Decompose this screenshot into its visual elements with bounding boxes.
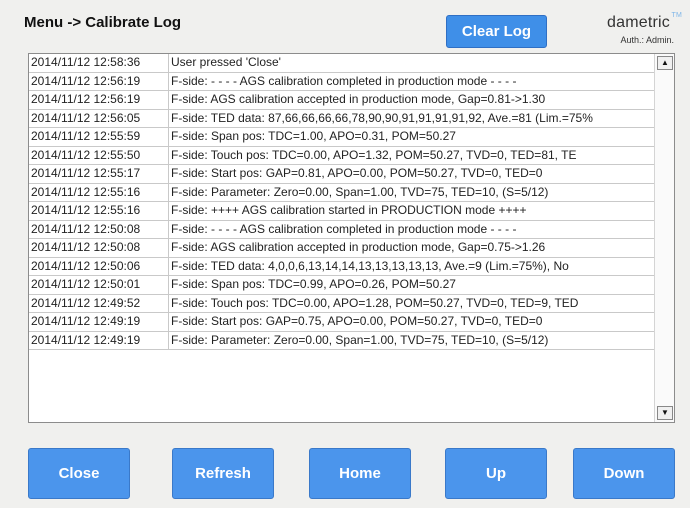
- log-row[interactable]: 2014/11/12 12:56:05 F-side: TED data: 87,…: [29, 109, 654, 128]
- log-message: F-side: Start pos: GAP=0.75, APO=0.00, P…: [171, 314, 543, 328]
- log-message: F-side: Parameter: Zero=0.00, Span=1.00,…: [171, 184, 549, 199]
- log-row[interactable]: 2014/11/12 12:56:19 F-side: AGS calibrati…: [29, 91, 654, 110]
- log-timestamp: 2014/11/12 12:56:19: [29, 72, 169, 90]
- log-row[interactable]: 2014/11/12 12:55:50 F-side: Touch pos: TD…: [29, 146, 654, 165]
- log-message: F-side: Parameter: Zero=0.00, Span=1.00,…: [171, 332, 549, 347]
- log-message: F-side: TED data: 87,66,66,66,66,78,90,9…: [171, 110, 593, 125]
- log-row[interactable]: 2014/11/12 12:50:06 F-side: TED data: 4,0…: [29, 257, 654, 276]
- log-timestamp: 2014/11/12 12:56:19: [29, 91, 169, 109]
- log-timestamp: 2014/11/12 12:50:08: [29, 220, 169, 238]
- log-timestamp: 2014/11/12 12:49:52: [29, 294, 169, 312]
- log-timestamp: 2014/11/12 12:50:08: [29, 239, 169, 257]
- log-message: F-side: Span pos: TDC=1.00, APO=0.31, PO…: [171, 129, 456, 143]
- log-timestamp: 2014/11/12 12:49:19: [29, 331, 169, 349]
- log-row[interactable]: 2014/11/12 12:55:59 F-side: Span pos: TDC…: [29, 128, 654, 147]
- page-title: Menu -> Calibrate Log: [24, 14, 182, 31]
- log-row[interactable]: 2014/11/12 12:55:16 F-side: ++++ AGS cali…: [29, 202, 654, 221]
- log-row[interactable]: 2014/11/12 12:56:19 F-side: - - - - AGS c…: [29, 72, 654, 91]
- log-message: User pressed 'Close': [171, 55, 281, 69]
- log-message: F-side: Start pos: GAP=0.81, APO=0.00, P…: [171, 166, 543, 180]
- log-message: F-side: TED data: 4,0,0,6,13,14,14,13,13…: [171, 258, 569, 273]
- log-message: F-side: Touch pos: TDC=0.00, APO=1.28, P…: [171, 295, 579, 310]
- log-row[interactable]: 2014/11/12 12:50:08 F-side: AGS calibrati…: [29, 239, 654, 258]
- dametric-logo: dametric TM: [607, 12, 682, 32]
- log-message: F-side: Touch pos: TDC=0.00, APO=1.32, P…: [171, 147, 577, 162]
- log-timestamp: 2014/11/12 12:58:36: [29, 54, 169, 72]
- log-timestamp: 2014/11/12 12:49:19: [29, 313, 169, 331]
- log-row[interactable]: 2014/11/12 12:49:19 F-side: Start pos: GA…: [29, 313, 654, 332]
- log-row[interactable]: 2014/11/12 12:49:52 F-side: Touch pos: TD…: [29, 294, 654, 313]
- log-row[interactable]: 2014/11/12 12:50:08 F-side: - - - - AGS c…: [29, 220, 654, 239]
- brand-name: dametric: [607, 14, 670, 31]
- log-timestamp: 2014/11/12 12:56:05: [29, 109, 169, 127]
- log-row[interactable]: 2014/11/12 12:55:16 F-side: Parameter: Ze…: [29, 183, 654, 202]
- bottom-button-bar: Close Refresh Home Up Down: [28, 448, 678, 500]
- log-timestamp: 2014/11/12 12:55:17: [29, 165, 169, 183]
- log-timestamp: 2014/11/12 12:55:16: [29, 183, 169, 201]
- scroll-down-icon[interactable]: ▼: [657, 406, 673, 420]
- refresh-button[interactable]: Refresh: [172, 448, 274, 499]
- log-row[interactable]: 2014/11/12 12:49:19 F-side: Parameter: Ze…: [29, 331, 654, 350]
- log-timestamp: 2014/11/12 12:55:50: [29, 146, 169, 164]
- clear-log-button[interactable]: Clear Log: [446, 15, 547, 48]
- log-timestamp: 2014/11/12 12:50:06: [29, 257, 169, 275]
- close-button[interactable]: Close: [28, 448, 130, 499]
- down-button[interactable]: Down: [573, 448, 675, 499]
- log-message: F-side: - - - - AGS calibration complete…: [171, 73, 517, 88]
- log-message: F-side: AGS calibration accepted in prod…: [171, 92, 546, 106]
- log-message: F-side: ++++ AGS calibration started in …: [171, 203, 527, 217]
- log-timestamp: 2014/11/12 12:55:16: [29, 202, 169, 220]
- log-row[interactable]: 2014/11/12 12:55:17 F-side: Start pos: GA…: [29, 165, 654, 184]
- scroll-up-icon[interactable]: ▲: [657, 56, 673, 70]
- vertical-scrollbar[interactable]: ▲ ▼: [654, 54, 674, 422]
- log-timestamp: 2014/11/12 12:50:01: [29, 276, 169, 294]
- log-timestamp: 2014/11/12 12:55:59: [29, 128, 169, 146]
- auth-level: Auth.: Admin.: [620, 35, 674, 45]
- log-message: F-side: - - - - AGS calibration complete…: [171, 221, 517, 236]
- trademark-mark: TM: [671, 12, 682, 19]
- brand-block: dametric TM Auth.: Admin.: [607, 12, 682, 45]
- log-message: F-side: AGS calibration accepted in prod…: [171, 240, 546, 254]
- home-button[interactable]: Home: [309, 448, 411, 499]
- log-list[interactable]: 2014/11/12 12:58:36 User pressed 'Close' 2…: [29, 54, 654, 350]
- log-panel: 2014/11/12 12:58:36 User pressed 'Close' 2…: [28, 53, 675, 423]
- log-row[interactable]: 2014/11/12 12:50:01 F-side: Span pos: TDC…: [29, 276, 654, 295]
- log-row[interactable]: 2014/11/12 12:58:36 User pressed 'Close': [29, 54, 654, 73]
- up-button[interactable]: Up: [445, 448, 547, 499]
- log-message: F-side: Span pos: TDC=0.99, APO=0.26, PO…: [171, 277, 456, 291]
